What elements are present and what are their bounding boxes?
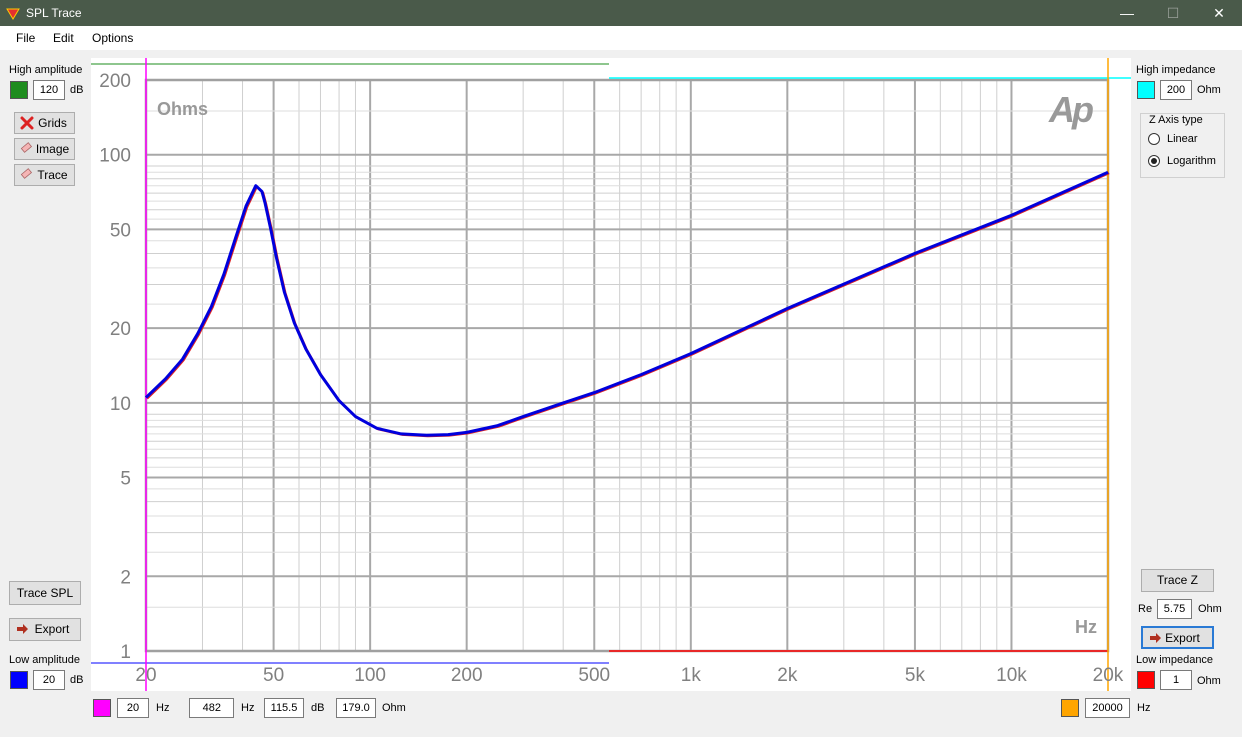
low-impedance-color-swatch[interactable]	[1137, 671, 1155, 689]
re-input[interactable]: 5.75	[1157, 599, 1192, 619]
y-tick-label: 50	[110, 220, 131, 241]
low-frequency-input[interactable]: 20	[117, 698, 149, 718]
cursor-frequency-unit: Hz	[241, 702, 255, 714]
low-frequency-unit: Hz	[156, 702, 170, 714]
trace-spl-button[interactable]: Trace SPL	[9, 581, 81, 605]
low-amplitude-color-swatch[interactable]	[10, 671, 28, 689]
cursor-db-unit: dB	[311, 702, 325, 714]
y-tick-label: 200	[99, 71, 131, 92]
cursor-ohm-unit: Ohm	[382, 702, 406, 714]
menu-edit[interactable]: Edit	[53, 31, 74, 45]
menu-bar: File Edit Options	[0, 26, 1242, 50]
high-amplitude-color-swatch[interactable]	[10, 81, 28, 99]
re-label: Re	[1138, 603, 1153, 615]
y-tick-label: 5	[120, 469, 131, 490]
cursor-ohm-readout: 179.0	[336, 698, 376, 718]
menu-options[interactable]: Options	[92, 31, 133, 45]
x-tick-label: 20	[135, 665, 156, 686]
impedance-trace-shadow	[146, 172, 1110, 438]
ap-logo: Ap	[1048, 89, 1093, 130]
low-impedance-input[interactable]: 1	[1160, 670, 1192, 690]
y-unit-label: Ohms	[157, 99, 208, 119]
low-amplitude-unit: dB	[70, 674, 84, 686]
export-spl-label: Export	[34, 622, 70, 636]
trace-button-label: Trace	[37, 168, 68, 182]
low-amplitude-label: Low amplitude	[9, 654, 80, 666]
plot-area[interactable]: 20 50 100 200 500 1k 2k 5k 10k 20k 200 100 50 20 10 5 2 1…	[91, 58, 1131, 691]
low-impedance-unit: Ohm	[1197, 675, 1221, 687]
high-impedance-label: High impedance	[1136, 64, 1216, 76]
x-tick-label: 200	[451, 665, 483, 686]
x-tick-label: 50	[263, 665, 284, 686]
x-tick-label: 5k	[905, 665, 926, 686]
linear-radio-label: Linear	[1167, 133, 1198, 145]
low-impedance-label: Low impedance	[1136, 654, 1214, 666]
cursor-frequency-readout: 482	[189, 698, 234, 718]
export-z-button[interactable]: Export	[1141, 626, 1214, 649]
trace-z-button[interactable]: Trace Z	[1141, 569, 1214, 592]
grids-button-label: Grids	[38, 116, 67, 130]
export-spl-button[interactable]: Export	[9, 618, 81, 641]
image-button[interactable]: Image	[14, 138, 75, 160]
low-amplitude-input[interactable]: 20	[33, 670, 65, 690]
high-impedance-input[interactable]: 200	[1160, 80, 1192, 100]
logarithm-radio[interactable]	[1148, 155, 1160, 167]
z-axis-type-label: Z Axis type	[1147, 114, 1205, 126]
high-frequency-unit: Hz	[1137, 702, 1151, 714]
x-tick-label: 1k	[681, 665, 702, 686]
high-frequency-color-swatch[interactable]	[1061, 699, 1079, 717]
image-button-label: Image	[35, 142, 70, 156]
high-frequency-input[interactable]: 20000	[1085, 698, 1130, 718]
high-impedance-color-swatch[interactable]	[1137, 81, 1155, 99]
x-tick-label: 2k	[777, 665, 798, 686]
x-tick-label: 500	[578, 665, 610, 686]
x-tick-label: 100	[354, 665, 386, 686]
trace-button[interactable]: Trace	[14, 164, 75, 186]
tick-labels: 20 50 100 200 500 1k 2k 5k 10k 20k 200 100 50 20 10 5 2 1	[99, 71, 1124, 686]
y-tick-label: 20	[110, 319, 131, 340]
app-icon	[6, 8, 20, 20]
y-tick-label: 2	[120, 567, 131, 588]
x-tick-label: 10k	[996, 665, 1027, 686]
high-amplitude-input[interactable]: 120	[33, 80, 65, 100]
grid-lines	[145, 79, 1109, 652]
close-button[interactable]: ✕	[1196, 0, 1242, 26]
menu-file[interactable]: File	[16, 31, 35, 45]
y-tick-label: 100	[99, 146, 131, 167]
impedance-chart[interactable]: 20 50 100 200 500 1k 2k 5k 10k 20k 200 100 50 20 10 5 2 1…	[91, 58, 1131, 691]
maximize-button[interactable]: ☐	[1150, 0, 1196, 26]
x-unit-label: Hz	[1075, 617, 1097, 637]
y-tick-label: 10	[110, 394, 131, 415]
high-amplitude-label: High amplitude	[9, 64, 83, 76]
logarithm-radio-label: Logarithm	[1167, 155, 1216, 167]
export-z-label: Export	[1165, 631, 1200, 645]
limit-markers	[91, 58, 1131, 691]
cursor-db-readout: 115.5	[264, 698, 304, 718]
y-tick-label: 1	[120, 642, 131, 663]
minimize-button[interactable]: —	[1104, 0, 1150, 26]
window-title: SPL Trace	[26, 6, 82, 20]
high-amplitude-unit: dB	[70, 84, 84, 96]
high-impedance-unit: Ohm	[1197, 84, 1221, 96]
grids-button[interactable]: Grids	[14, 112, 75, 134]
low-frequency-color-swatch[interactable]	[93, 699, 111, 717]
linear-radio[interactable]	[1148, 133, 1160, 145]
re-unit: Ohm	[1198, 603, 1222, 615]
x-tick-label: 20k	[1093, 665, 1124, 686]
title-bar: SPL Trace — ☐ ✕	[0, 0, 1242, 26]
